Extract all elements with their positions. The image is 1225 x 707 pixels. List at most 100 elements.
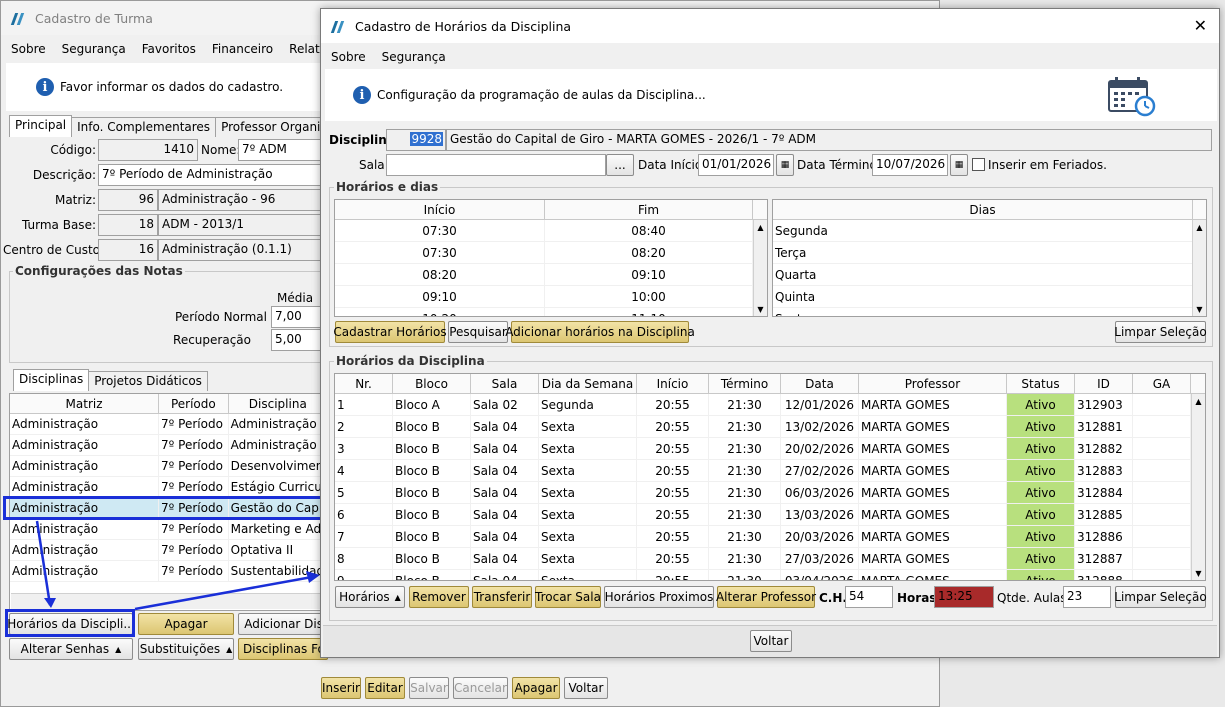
list-item[interactable]: Quarta [773, 264, 1206, 286]
cell-data: 13/03/2026 [781, 504, 859, 525]
pesquisar-button[interactable]: Pesquisar [448, 321, 508, 343]
list-item[interactable]: 07:30 08:40 [335, 220, 767, 242]
cadastrar-horarios-button[interactable]: Cadastrar Horários [333, 321, 447, 343]
table-row[interactable]: 1 Bloco A Sala 02 Segunda 20:55 21:30 12/01/20… [335, 394, 1205, 416]
col-fim[interactable]: Fim [545, 200, 753, 219]
list-item[interactable]: 10:2011:10 [335, 308, 767, 316]
table-row[interactable]: 3 Bloco B Sala 04 Sexta 20:55 21:30 20/02/2026… [335, 438, 1205, 460]
col-dias[interactable]: Dias [773, 200, 1193, 219]
col-dia-semana[interactable]: Dia da Semana [539, 374, 637, 393]
list-item[interactable]: 08:20 09:10 [335, 264, 767, 286]
col-inicio[interactable]: Início [637, 374, 709, 393]
list-item[interactable]: Sexta [773, 308, 1206, 316]
horarios-disciplina-body: 1 Bloco A Sala 02 Segunda 20:55 21:30 12/01/20… [335, 394, 1205, 580]
table-row[interactable]: 6 Bloco B Sala 04 Sexta 20:55 21:30 13/03/2026… [335, 504, 1205, 526]
horarios-scrollbar[interactable]: ▲ ▼ [753, 220, 767, 316]
adicionar-horarios-button[interactable]: Adicionar horários na Disciplina [505, 321, 695, 343]
remover-button[interactable]: Remover [409, 586, 469, 608]
horarios-grid: Início Fim 07:30 08:40 07:30 08:20 08:20 09:1… [334, 199, 768, 317]
table-row[interactable]: 5 Bloco B Sala 04 Sexta 20:55 21:30 06/03/2026… [335, 482, 1205, 504]
dias-grid-header: Dias [773, 200, 1206, 220]
table-row[interactable]: 2 Bloco B Sala 04 Sexta 20:55 21:30 13/02/2026… [335, 416, 1205, 438]
disciplina-id-field[interactable]: 9928 [386, 129, 446, 151]
col-ga[interactable]: GA [1133, 374, 1191, 393]
col-status[interactable]: Status [1007, 374, 1075, 393]
cell-dia: Terça [773, 242, 1193, 263]
dias-grid: Dias SegundaTerçaQuartaQuintaSexta ▲ ▼ [772, 199, 1207, 317]
editar-button[interactable]: Editar [365, 677, 405, 699]
col-sala[interactable]: Sala [471, 374, 539, 393]
list-item[interactable]: Terça [773, 242, 1206, 264]
dias-scrollbar[interactable]: ▲ ▼ [1192, 220, 1206, 316]
qtde-aulas-field[interactable]: 23 [1063, 586, 1111, 608]
voltar-footer-button[interactable]: Voltar [564, 677, 608, 699]
limpar-selecao-button[interactable]: Limpar Seleção [1114, 586, 1207, 608]
list-item[interactable]: Quinta [773, 286, 1206, 308]
cell-id: 312884 [1075, 482, 1133, 503]
scroll-up-icon[interactable]: ▲ [754, 220, 767, 234]
cell-sala: Sala 04 [471, 460, 539, 481]
col-data[interactable]: Data [781, 374, 859, 393]
scroll-down-icon[interactable]: ▼ [1192, 566, 1205, 580]
col-nr[interactable]: Nr. [335, 374, 393, 393]
list-item[interactable]: Segunda [773, 220, 1206, 242]
table-row[interactable]: 7 Bloco B Sala 04 Sexta 20:55 21:30 20/03/2026… [335, 526, 1205, 548]
dialog-menubar: Sobre Segurança [321, 47, 1219, 67]
col-professor[interactable]: Professor [859, 374, 1007, 393]
scroll-down-icon[interactable]: ▼ [754, 302, 767, 316]
cell-inicio: 20:55 [637, 526, 709, 547]
dialog-menu-sobre[interactable]: Sobre [331, 50, 366, 64]
horarios-disciplina-scrollbar[interactable]: ▲ ▼ [1191, 394, 1205, 580]
dialog-title: Cadastro de Horários da Disciplina [355, 18, 572, 34]
calendar-icon[interactable]: ▦ [776, 154, 794, 176]
transferir-button[interactable]: Transferir [472, 586, 532, 608]
cell-ga [1133, 482, 1191, 503]
cell-dia: Segunda [773, 220, 1193, 241]
table-row[interactable]: 4 Bloco B Sala 04 Sexta 20:55 21:30 27/02/2026… [335, 460, 1205, 482]
voltar-button[interactable]: Voltar [750, 630, 792, 652]
cell-bloco: Bloco B [393, 416, 471, 437]
apagar-footer-button[interactable]: Apagar [512, 677, 560, 699]
cancelar-button[interactable]: Cancelar [453, 677, 508, 699]
cell-nr: 3 [335, 438, 393, 459]
data-inicio-field[interactable]: 01/01/2026 [698, 154, 774, 176]
list-item[interactable]: 09:10 10:00 [335, 286, 767, 308]
scroll-up-icon[interactable]: ▲ [1193, 220, 1206, 234]
cell-termino: 21:30 [709, 482, 781, 503]
horarios-menu-button[interactable]: Horários ▲ [335, 586, 405, 608]
horarios-proximos-button[interactable]: Horários Proximos [604, 586, 714, 608]
scroll-up-icon[interactable]: ▲ [1192, 394, 1205, 408]
disciplina-id-text: 9928 [410, 132, 443, 146]
sala-field[interactable] [386, 154, 606, 176]
status-badge: Ativo [1007, 570, 1075, 580]
col-id[interactable]: ID [1075, 374, 1133, 393]
table-row[interactable]: 8 Bloco B Sala 04 Sexta 20:55 21:30 27/03/2026… [335, 548, 1205, 570]
limpar-selecao-button[interactable]: Limpar Seleção [1114, 321, 1207, 343]
col-bloco[interactable]: Bloco [393, 374, 471, 393]
scroll-down-icon[interactable]: ▼ [1193, 302, 1206, 316]
data-termino-field[interactable]: 10/07/2026 [872, 154, 948, 176]
table-row[interactable]: 9 Bloco B Sala 04 Sexta 20:55 21:30 03/04/2026… [335, 570, 1205, 580]
list-item[interactable]: 07:30 08:20 [335, 242, 767, 264]
alterar-professor-button[interactable]: Alterar Professor [716, 586, 816, 608]
horarios-grid-header: Início Fim [335, 200, 767, 220]
dialog-menu-seguranca[interactable]: Segurança [382, 50, 446, 64]
cell-inicio: 20:55 [637, 570, 709, 580]
col-termino[interactable]: Término [709, 374, 781, 393]
trocar-sala-button[interactable]: Trocar Sala [535, 586, 601, 608]
ch-field[interactable]: 54 [845, 586, 893, 608]
feriados-checkbox[interactable] [972, 158, 985, 171]
data-inicio-label: Data Início: [638, 158, 707, 172]
salvar-button[interactable]: Salvar [409, 677, 449, 699]
sala-search-button[interactable]: ... [606, 154, 634, 176]
col-inicio[interactable]: Início [335, 200, 545, 219]
horarios-disciplina-title: Horários da Disciplina [334, 354, 487, 368]
annotation-arrows [35, 520, 320, 611]
disciplina-field[interactable]: Gestão do Capital de Giro - MARTA GOMES … [446, 129, 1212, 151]
cell-id: 312883 [1075, 460, 1133, 481]
close-icon[interactable]: ✕ [1194, 16, 1207, 35]
cell-dia-semana: Sexta [539, 460, 637, 481]
horas-field[interactable]: 13:25 [934, 586, 994, 608]
cell-dia-semana: Sexta [539, 526, 637, 547]
calendar-icon[interactable]: ▦ [950, 154, 968, 176]
